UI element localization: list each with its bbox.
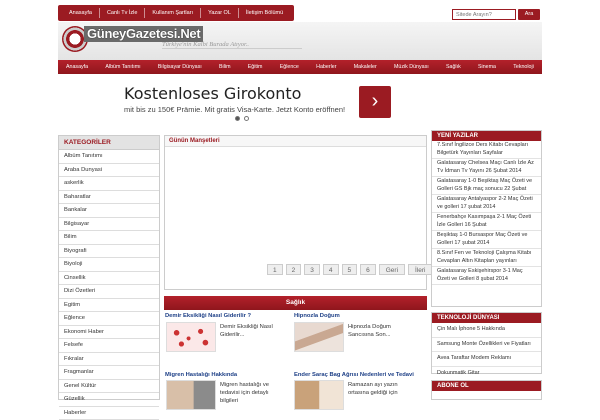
topnav-become-author-link[interactable]: Yazar OL <box>201 8 239 18</box>
nav-articles[interactable]: Makaleler <box>350 64 381 70</box>
carousel-dot[interactable] <box>244 116 249 121</box>
category-item[interactable]: Felsefe <box>59 339 159 353</box>
recent-post-link[interactable]: Galatasaray Antalyaspor 2-2 Maç Özeti ve… <box>432 195 541 213</box>
news-title-link[interactable]: Migren Hastalığı Hakkında <box>165 372 237 378</box>
headlines-panel: Günün Manşetleri 1 2 3 4 5 6 Geri İleri <box>164 135 427 290</box>
category-item[interactable]: Dizi Özetleri <box>59 285 159 299</box>
category-item[interactable]: Albüm Tanıtımı <box>59 150 159 164</box>
category-item[interactable]: Bilim <box>59 231 159 245</box>
category-item[interactable]: Genel Kültür <box>59 380 159 394</box>
subscribe-title: ABONE OL <box>432 381 541 391</box>
carousel-dots <box>235 116 249 121</box>
chevron-right-icon[interactable]: › <box>359 86 391 118</box>
category-item[interactable]: Ekonomi Haber <box>59 326 159 340</box>
technology-link[interactable]: Çin Malı İphone 5 Hakkında <box>432 323 541 338</box>
page-button-1[interactable]: 1 <box>267 264 283 275</box>
category-item[interactable]: Eğlence <box>59 312 159 326</box>
nav-album[interactable]: Albüm Tanıtımı <box>101 64 144 70</box>
search-button[interactable]: Ara <box>518 9 540 20</box>
nav-computer[interactable]: Bilgisayar Dünyası <box>154 64 206 70</box>
nav-news[interactable]: Haberler <box>312 64 340 70</box>
recent-post-link[interactable]: Galatasaray 1-0 Beşiktaş Maç Özeti ve Go… <box>432 177 541 195</box>
top-bar: Anasayfa Canlı Tv İzle Kullanım Şartları… <box>0 0 600 22</box>
page-button-3[interactable]: 3 <box>304 264 320 275</box>
news-title-link[interactable]: Ender Saraç Bag Ağrısı Nedenleri ve Teda… <box>294 372 414 378</box>
news-excerpt: Demir Eksikliği Nasıl Giderilir... <box>220 323 275 339</box>
category-item[interactable]: Egitim <box>59 299 159 313</box>
site-header: GüneyGazetesi.Net Türkiye'nin Kalbi Bura… <box>58 22 542 60</box>
recent-post-link[interactable]: Galatasaray Chelsea Maçı Canlı İzle Az T… <box>432 159 541 177</box>
subscribe-panel: ABONE OL <box>431 380 542 400</box>
ad-title[interactable]: Kostenloses Girokonto <box>124 84 301 103</box>
category-item[interactable]: Haberler <box>59 407 159 420</box>
categories-sidebar: KATEGORİLER Albüm Tanıtımı Araba Dunyasi… <box>58 135 160 400</box>
health-section-header[interactable]: Sağlık <box>164 296 427 310</box>
nav-music[interactable]: Müzik Dünyası <box>390 64 433 70</box>
category-item[interactable]: Bankalar <box>59 204 159 218</box>
category-item[interactable]: Araba Dunyasi <box>59 164 159 178</box>
category-item[interactable]: Fıkralar <box>59 353 159 367</box>
headlines-pager: 1 2 3 4 5 6 Geri İleri <box>267 264 433 275</box>
nav-health[interactable]: Sağlık <box>442 64 465 70</box>
recent-posts-panel: YENİ YAZILAR 7.Sınıf İngilizce Ders Kita… <box>431 130 542 307</box>
technology-link[interactable]: Dokunmatik Gitar <box>432 367 541 382</box>
ad-banner[interactable]: Kostenloses Girokonto mit bis zu 150€ Pr… <box>115 78 425 126</box>
ad-subtitle[interactable]: mit bis zu 150€ Prämie. Mit gratis Visa-… <box>124 105 345 114</box>
prev-button[interactable]: Geri <box>379 264 405 275</box>
nav-science[interactable]: Bilim <box>215 64 234 70</box>
page-button-5[interactable]: 5 <box>342 264 358 275</box>
page-button-6[interactable]: 6 <box>360 264 376 275</box>
category-item[interactable]: askerlik <box>59 177 159 191</box>
news-excerpt: Hipnozla Doğum Sancısına Son... <box>348 323 403 339</box>
news-title-link[interactable]: Demir Eksikliği Nasıl Giderilir ? <box>165 313 251 319</box>
headlines-title: Günün Manşetleri <box>165 136 426 147</box>
search-input[interactable] <box>452 9 516 20</box>
topnav-home-link[interactable]: Anasayfa <box>62 8 100 18</box>
news-title-link[interactable]: Hipnozla Doğum <box>294 313 340 319</box>
news-thumbnail[interactable] <box>294 322 344 352</box>
topnav-live-tv-link[interactable]: Canlı Tv İzle <box>100 8 145 18</box>
category-item[interactable]: Fragmanlar <box>59 366 159 380</box>
nav-home[interactable]: Anasayfa <box>62 64 92 70</box>
technology-panel: TEKNOLOJİ DÜNYASI Çin Malı İphone 5 Hakk… <box>431 312 542 374</box>
main-nav: Anasayfa Albüm Tanıtımı Bilgisayar Dünya… <box>58 60 542 74</box>
page-button-2[interactable]: 2 <box>286 264 302 275</box>
carousel-dot-active[interactable] <box>235 116 240 121</box>
topnav-contact-link[interactable]: İletişim Bölümü <box>239 8 290 18</box>
categories-title: KATEGORİLER <box>59 136 159 150</box>
technology-link[interactable]: Avea Taraftar Modem Reklamı <box>432 352 541 367</box>
next-button[interactable]: İleri <box>408 264 432 275</box>
nav-education[interactable]: Eğitim <box>244 64 267 70</box>
technology-title: TEKNOLOJİ DÜNYASI <box>432 313 541 323</box>
category-item[interactable]: Biyoloji <box>59 258 159 272</box>
news-thumbnail[interactable] <box>166 380 216 410</box>
topnav-terms-link[interactable]: Kullanım Şartları <box>145 8 201 18</box>
category-item[interactable]: Baharatlar <box>59 191 159 205</box>
category-item[interactable]: Bilgisayar <box>59 218 159 232</box>
page-button-4[interactable]: 4 <box>323 264 339 275</box>
news-thumbnail[interactable] <box>294 380 344 410</box>
nav-cinema[interactable]: Sinema <box>474 64 500 70</box>
technology-link[interactable]: Samsung Monte Özellikleri ve Fiyatları <box>432 338 541 353</box>
site-tagline: Türkiye'nin Kalbi Burada Atıyor.. <box>162 41 302 49</box>
nav-technology[interactable]: Teknoloji <box>509 64 538 70</box>
news-thumbnail[interactable] <box>166 322 216 352</box>
recent-post-link[interactable]: Fenerbahçe Kasımpaşa 2-1 Maç Özeti İzle … <box>432 213 541 231</box>
recent-post-link[interactable]: Galatasaray Eskişehirspor 3-1 Maç Özeti … <box>432 267 541 285</box>
recent-post-link[interactable]: Beşiktaş 1-0 Bursaspor Maç Özeti ve Goll… <box>432 231 541 249</box>
recent-post-link[interactable]: 7.Sınıf İngilizce Ders Kitabı Cevapları … <box>432 141 541 159</box>
site-logo[interactable]: GüneyGazetesi.Net <box>84 26 203 42</box>
top-nav: Anasayfa Canlı Tv İzle Kullanım Şartları… <box>58 5 294 21</box>
recent-posts-title: YENİ YAZILAR <box>432 131 541 141</box>
recent-post-link[interactable]: 8.Sınıf Fen ve Teknoloji Çalışma Kitabı … <box>432 249 541 267</box>
category-item[interactable]: Cinsellik <box>59 272 159 286</box>
news-excerpt: Migren hastalığı ve tedavisi için detayl… <box>220 381 275 405</box>
category-item[interactable]: Biyografi <box>59 245 159 259</box>
news-excerpt: Ramazan ayı yazın ortasına geldiği için <box>348 381 403 397</box>
nav-entertainment[interactable]: Eğlence <box>276 64 303 70</box>
